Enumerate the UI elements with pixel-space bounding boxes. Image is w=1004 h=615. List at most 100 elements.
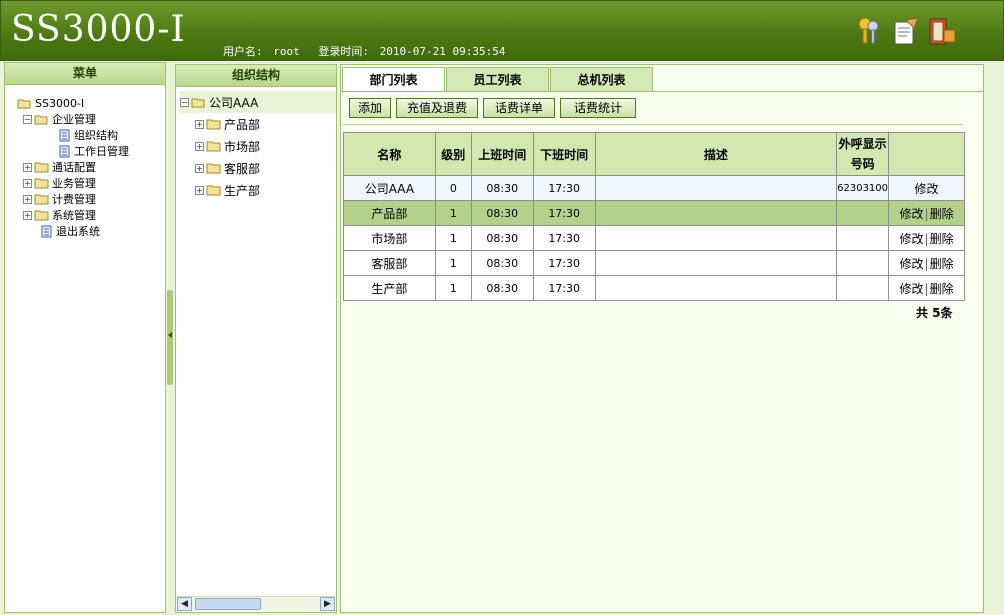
action-bar: 添加 充值及退费 话费详单 话费统计 xyxy=(349,98,637,118)
cell-end: 17:30 xyxy=(532,250,596,276)
exit-door-icon[interactable] xyxy=(927,15,957,47)
expand-icon[interactable]: + xyxy=(195,119,204,129)
menu-item-logout[interactable]: 退出系统 xyxy=(17,223,165,239)
cell-name: 公司AAA xyxy=(343,175,436,201)
org-dept[interactable]: + 产品部 xyxy=(180,113,336,135)
table-row[interactable]: 客服部 1 08:30 17:30 修改|删除 xyxy=(343,250,965,276)
expand-icon[interactable]: + xyxy=(23,194,32,204)
menu-item-system[interactable]: + 系统管理 xyxy=(17,207,165,223)
keys-icon[interactable] xyxy=(855,15,885,47)
collapse-icon[interactable]: − xyxy=(180,97,189,107)
cell-desc xyxy=(594,200,838,226)
menu-item-org-structure[interactable]: 组织结构 xyxy=(17,127,165,143)
tab-bar: 部门列表 员工列表 总机列表 xyxy=(341,67,654,92)
expand-icon[interactable]: + xyxy=(195,141,204,151)
col-actions xyxy=(888,132,965,176)
cell-end: 17:30 xyxy=(532,175,596,201)
menu-item-business[interactable]: + 业务管理 xyxy=(17,175,165,191)
page-icon xyxy=(59,129,70,141)
folder-icon xyxy=(206,163,221,173)
folder-icon xyxy=(34,210,49,220)
scroll-right-icon[interactable]: ▶ xyxy=(320,597,335,611)
login-time: 2010-07-21 09:35:54 xyxy=(379,45,506,58)
edit-link[interactable]: 修改 xyxy=(900,207,924,221)
cell-desc xyxy=(594,225,838,251)
col-start-time: 上班时间 xyxy=(470,132,534,176)
table-row[interactable]: 生产部 1 08:30 17:30 修改|删除 xyxy=(343,275,965,301)
page-icon xyxy=(41,225,52,237)
collapse-icon[interactable]: − xyxy=(23,114,32,124)
user-label: 用户名: xyxy=(223,45,263,58)
edit-note-icon[interactable] xyxy=(891,15,921,47)
cell-name: 市场部 xyxy=(343,225,436,251)
edit-link[interactable]: 修改 xyxy=(900,282,924,296)
expand-icon[interactable]: + xyxy=(23,178,32,188)
delete-link[interactable]: 删除 xyxy=(930,257,954,271)
org-dept[interactable]: + 客服部 xyxy=(180,157,336,179)
cell-desc xyxy=(594,275,838,301)
call-detail-button[interactable]: 话费详单 xyxy=(483,98,556,118)
folder-icon xyxy=(206,119,221,129)
tab-switchboard-list[interactable]: 总机列表 xyxy=(550,67,653,91)
scroll-thumb[interactable] xyxy=(195,598,261,610)
org-root[interactable]: − 公司AAA xyxy=(180,91,336,113)
cell-end: 17:30 xyxy=(532,200,596,226)
recharge-refund-button[interactable]: 充值及退费 xyxy=(396,98,479,118)
table-row[interactable]: 公司AAA 0 08:30 17:30 62303100 修改 xyxy=(343,175,965,201)
org-dept[interactable]: + 市场部 xyxy=(180,135,336,157)
col-caller-id: 外呼显示号码 xyxy=(836,132,890,176)
call-stats-button[interactable]: 话费统计 xyxy=(560,98,637,118)
cell-end: 17:30 xyxy=(532,225,596,251)
menu-item-billing[interactable]: + 计费管理 xyxy=(17,191,165,207)
cell-start: 08:30 xyxy=(470,275,534,301)
folder-open-icon xyxy=(191,98,205,107)
edit-link[interactable]: 修改 xyxy=(915,182,939,196)
menu-item-label: 业务管理 xyxy=(52,177,96,190)
org-dept[interactable]: + 生产部 xyxy=(180,179,336,201)
cell-actions: 修改|删除 xyxy=(888,225,965,251)
table-row[interactable]: 市场部 1 08:30 17:30 修改|删除 xyxy=(343,225,965,251)
menu-tree: SS3000-I − 企业管理 组织结构 工作日管理 + 通话配置 + 业务管理… xyxy=(5,85,165,239)
app-header: SS3000-I 用户名: root 登录时间: 2010-07-21 09:3… xyxy=(0,0,1004,61)
record-total: 共 5条 xyxy=(916,306,953,320)
cell-desc xyxy=(594,250,838,276)
delete-link[interactable]: 删除 xyxy=(930,207,954,221)
scroll-left-icon[interactable]: ◀ xyxy=(177,597,192,611)
org-panel: 组织结构 − 公司AAA + 产品部 + 市场部 + 客服部 + 生产部 ◀ ▶ xyxy=(175,64,337,613)
menu-item-call-config[interactable]: + 通话配置 xyxy=(17,159,165,175)
menu-title: 菜单 xyxy=(5,63,165,85)
delete-link[interactable]: 删除 xyxy=(930,232,954,246)
delete-link[interactable]: 删除 xyxy=(930,282,954,296)
user-info: 用户名: root 登录时间: 2010-07-21 09:35:54 xyxy=(223,43,509,59)
edit-link[interactable]: 修改 xyxy=(900,232,924,246)
add-button[interactable]: 添加 xyxy=(349,98,392,118)
menu-item-enterprise[interactable]: − 企业管理 xyxy=(17,111,165,127)
cell-desc xyxy=(594,175,838,201)
cell-level: 0 xyxy=(434,175,472,201)
table-row[interactable]: 产品部 1 08:30 17:30 修改|删除 xyxy=(343,200,965,226)
expand-icon[interactable]: + xyxy=(195,163,204,173)
horizontal-scrollbar[interactable]: ◀ ▶ xyxy=(177,596,335,611)
folder-open-icon xyxy=(34,115,48,124)
col-end-time: 下班时间 xyxy=(532,132,596,176)
cell-actions: 修改 xyxy=(888,175,965,201)
col-name: 名称 xyxy=(343,132,436,176)
menu-item-workday[interactable]: 工作日管理 xyxy=(17,143,165,159)
cell-actions: 修改|删除 xyxy=(888,275,965,301)
tab-department-list[interactable]: 部门列表 xyxy=(342,67,445,92)
cell-start: 08:30 xyxy=(470,225,534,251)
menu-root[interactable]: SS3000-I xyxy=(17,95,165,111)
menu-root-label: SS3000-I xyxy=(35,96,85,110)
edit-link[interactable]: 修改 xyxy=(900,257,924,271)
cell-actions: 修改|删除 xyxy=(888,200,965,226)
cell-actions: 修改|删除 xyxy=(888,250,965,276)
menu-item-label: 工作日管理 xyxy=(74,145,129,158)
org-tree: − 公司AAA + 产品部 + 市场部 + 客服部 + 生产部 xyxy=(176,87,336,201)
collapse-arrow-icon[interactable] xyxy=(168,332,172,338)
tab-employee-list[interactable]: 员工列表 xyxy=(446,67,549,91)
menu-item-label: 系统管理 xyxy=(52,209,96,222)
expand-icon[interactable]: + xyxy=(23,210,32,220)
expand-icon[interactable]: + xyxy=(23,162,32,172)
expand-icon[interactable]: + xyxy=(195,185,204,195)
col-level: 级别 xyxy=(434,132,472,176)
